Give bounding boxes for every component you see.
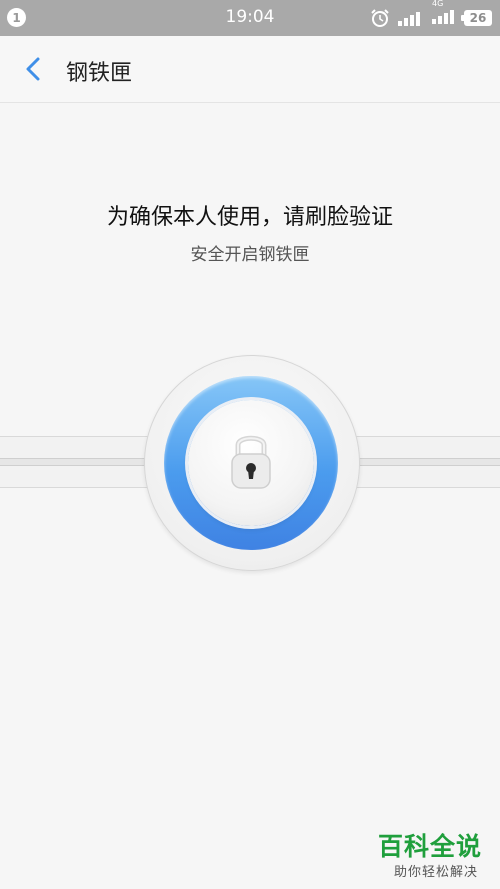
- chevron-left-icon[interactable]: [16, 50, 52, 88]
- alarm-clock-icon: [371, 9, 389, 27]
- watermark-logo-text: 百科全说: [377, 832, 482, 861]
- verification-headline: 为确保本人使用，请刷脸验证: [106, 205, 393, 230]
- battery-icon: 26: [461, 10, 492, 26]
- watermark-slogan: 助你轻松解决: [393, 865, 478, 880]
- status-icons: 4G 26: [370, 0, 492, 29]
- page-title: 钢铁匣: [66, 61, 133, 86]
- signal-strength-4g-icon: [432, 10, 454, 24]
- signal-strength-icon: [398, 12, 420, 26]
- app-bar: 钢铁匣: [0, 36, 500, 103]
- verification-subtitle: 安全开启钢铁匣: [190, 245, 310, 265]
- signal-4g: 4G: [430, 0, 458, 29]
- status-bar: 1 19:04 4G 26: [0, 0, 500, 36]
- padlock-icon: [231, 435, 271, 489]
- network-type-label: 4G: [432, 0, 444, 8]
